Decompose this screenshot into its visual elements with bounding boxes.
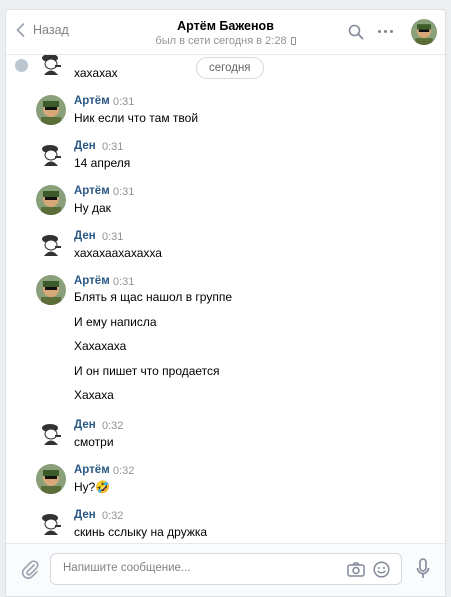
avatar[interactable] [36, 419, 66, 449]
message-time[interactable]: 0:32 [113, 465, 134, 477]
message-history[interactable]: хахахах сегодня Артём 0:31 Ник если что … [6, 55, 445, 543]
more-dots-icon [378, 30, 381, 33]
message-text: Ник если что там твой [74, 111, 199, 125]
message-input-box[interactable] [50, 553, 402, 585]
search-button[interactable] [348, 24, 364, 43]
message-text: хахахаахахахха [74, 246, 162, 260]
date-divider: сегодня [196, 57, 264, 79]
avatar[interactable] [36, 230, 66, 260]
message-time[interactable]: 0:31 [113, 186, 134, 198]
avatar [36, 55, 66, 79]
message-input[interactable] [63, 562, 323, 574]
avatar[interactable] [36, 464, 66, 494]
message-text: Блять я щас нашол в группе [74, 290, 233, 304]
author-name[interactable]: Ден [74, 230, 96, 242]
emoji-button[interactable] [373, 561, 390, 581]
message-text: Хахахаха [74, 339, 127, 353]
mobile-icon [290, 37, 296, 45]
author-name[interactable]: Артём [74, 95, 110, 107]
paperclip-icon [21, 560, 39, 579]
author-name[interactable]: Ден [74, 509, 96, 521]
microphone-icon [416, 558, 430, 578]
more-actions-button[interactable] [378, 30, 393, 33]
avatar-image [411, 19, 437, 45]
message-text: скинь сслыку на дружка [74, 525, 208, 539]
message-text: Ну?🤣 [74, 480, 111, 494]
message-text: смотри [74, 435, 114, 449]
attach-button[interactable] [21, 559, 39, 582]
avatar[interactable] [36, 95, 66, 125]
avatar[interactable] [36, 140, 66, 170]
message-text: И ему написла [74, 315, 157, 329]
avatar[interactable] [36, 275, 66, 305]
message-text: 14 апреля [74, 156, 131, 170]
author-name[interactable]: Артём [74, 275, 110, 287]
online-status: был в сети сегодня в 2:28 [6, 35, 445, 47]
chat-panel: Назад Артём Баженов был в сети сегодня в… [5, 9, 446, 597]
chat-header: Назад Артём Баженов был в сети сегодня в… [6, 10, 445, 55]
read-check-icon [15, 59, 28, 72]
camera-icon [347, 562, 365, 577]
smile-icon [373, 561, 390, 578]
author-name[interactable]: Ден [74, 140, 96, 152]
author-name[interactable]: Ден [74, 419, 96, 431]
message-text: Ну дак [74, 201, 111, 215]
camera-button[interactable] [347, 562, 365, 580]
message-composer [6, 543, 445, 596]
message-text: И он пишет что продается [74, 364, 220, 378]
author-name[interactable]: Артём [74, 464, 110, 476]
author-name[interactable]: Артём [74, 185, 110, 197]
search-icon [348, 24, 364, 40]
voice-message-button[interactable] [416, 558, 430, 583]
message-time[interactable]: 0:32 [102, 420, 123, 432]
message-time[interactable]: 0:31 [113, 96, 134, 108]
message-time[interactable]: 0:31 [113, 276, 134, 288]
message-time[interactable]: 0:31 [102, 141, 123, 153]
message-time[interactable]: 0:31 [102, 231, 123, 243]
avatar[interactable] [36, 185, 66, 215]
browser-strip [0, 0, 451, 8]
header-avatar[interactable] [411, 19, 437, 45]
message-text: хахахах [74, 66, 118, 80]
message-time[interactable]: 0:32 [102, 510, 123, 522]
status-text: был в сети сегодня в 2:28 [155, 35, 287, 47]
message-text: Хахаха [74, 388, 114, 402]
avatar[interactable] [36, 509, 66, 539]
